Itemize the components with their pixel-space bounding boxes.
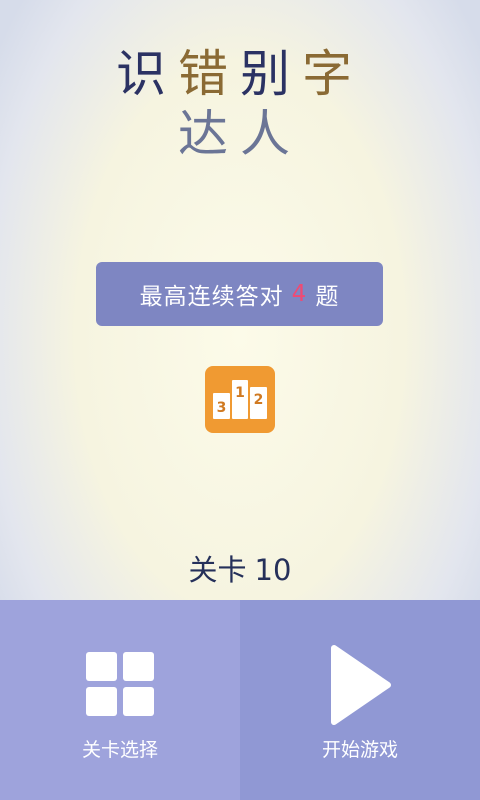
podium-icon: 3 1 2: [213, 380, 267, 419]
best-streak-panel: 最高连续答对 4 题: [96, 262, 383, 326]
best-streak-suffix: 题: [315, 284, 340, 310]
best-streak-value: 4: [291, 281, 308, 307]
bottom-action-bar: 关卡选择 开始游戏: [0, 600, 480, 800]
best-streak-prefix: 最高连续答对: [139, 284, 284, 310]
app-title-line-1: 识错别字: [0, 44, 480, 104]
title-char-1: 识: [116, 45, 178, 103]
podium-first-label: 1: [235, 385, 245, 401]
play-icon: [331, 645, 391, 725]
leaderboard-button[interactable]: 3 1 2: [205, 366, 275, 433]
app-title-line-2: 达人: [0, 104, 480, 164]
title-char-4: 字: [302, 45, 364, 103]
title-char-2: 错: [178, 45, 240, 103]
level-select-label: 关卡选择: [81, 739, 158, 761]
start-game-label: 开始游戏: [321, 739, 398, 761]
start-game-button[interactable]: 开始游戏: [240, 600, 480, 800]
title-char-3: 别: [240, 45, 302, 103]
title-char-6: 人: [240, 105, 302, 163]
level-label: 关卡: [188, 553, 247, 587]
grid-icon: [86, 652, 154, 716]
podium-third-label: 3: [217, 400, 227, 416]
level-number: 10: [254, 553, 292, 587]
current-level: 关卡 10: [0, 548, 480, 592]
level-select-button[interactable]: 关卡选择: [0, 600, 240, 800]
title-char-5: 达: [178, 105, 240, 163]
podium-second-label: 2: [254, 392, 264, 408]
